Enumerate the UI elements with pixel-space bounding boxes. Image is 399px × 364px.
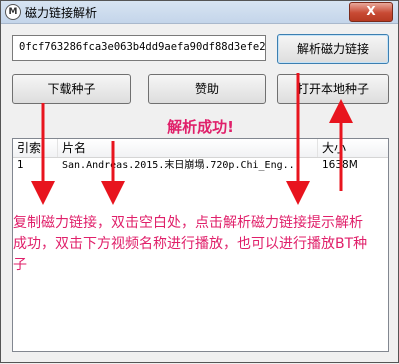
title-bar[interactable]: M 磁力链接解析 X: [1, 1, 398, 24]
main-window: M 磁力链接解析 X 0fcf763286fca3e063b4dd9aefa90…: [0, 0, 399, 363]
close-button[interactable]: X: [349, 2, 393, 22]
status-message: 解析成功!: [167, 118, 234, 136]
open-local-torrent-button[interactable]: 打开本地种子: [277, 74, 389, 104]
column-header-index[interactable]: 引索: [13, 139, 58, 157]
list-row[interactable]: 1 San.Andreas.2015.末日崩塌.720p.Chi_Eng... …: [13, 157, 388, 174]
download-torrent-button[interactable]: 下载种子: [12, 74, 131, 104]
column-header-size[interactable]: 大小: [318, 139, 388, 157]
list-header: 引索 片名 大小: [13, 139, 388, 158]
window-title: 磁力链接解析: [25, 6, 98, 20]
magnet-link-input[interactable]: 0fcf763286fca3e063b4dd9aefa90df88d3efe21: [12, 35, 266, 61]
row-index: 1: [17, 159, 24, 171]
column-header-name[interactable]: 片名: [58, 139, 318, 157]
parse-magnet-button[interactable]: 解析磁力链接: [277, 34, 389, 64]
row-name: San.Andreas.2015.末日崩塌.720p.Chi_Eng...: [62, 160, 301, 171]
magnet-app-icon: M: [5, 4, 21, 20]
sponsor-button[interactable]: 赞助: [148, 74, 266, 104]
row-size: 1638M: [322, 159, 358, 171]
instruction-annotation: 复制磁力链接，双击空白处，点击解析磁力链接提示解析成功，双击下方视频名称进行播放…: [13, 215, 368, 273]
